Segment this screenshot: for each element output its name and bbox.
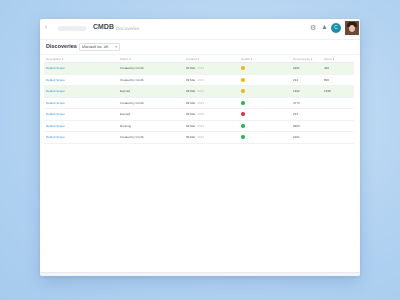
warning-status-icon [241,66,245,71]
row-date-day: 09 Mar [186,112,196,117]
row-occurrences: 234 [291,108,322,121]
app-window: ‹ CMDB › Discoveries ⚙ ▲ C Discoveries ▾… [40,19,360,276]
chevron-left-icon[interactable]: ‹ [45,24,47,31]
column-header-created[interactable]: Created ▾ [184,55,239,63]
warning-status-icon [241,77,245,82]
breadcrumb-placeholder [58,26,86,31]
page-toolbar: Discoveries ▾ Microsoft inc. UK ▾ [40,40,360,55]
organization-select[interactable]: Microsoft inc. UK ▾ [79,43,120,51]
row-date-year: 2023 [197,77,205,82]
row-description-link[interactable]: Default Scope [44,74,118,86]
row-date: 09 Mar 2023 [184,120,239,132]
row-date-day: 09 Mar [186,77,196,82]
row-date-year: 2023 [197,123,205,128]
bell-icon[interactable]: ▲ [321,24,328,31]
row-date-year: 2023 [197,89,205,94]
row-health [239,120,291,132]
avatar[interactable] [345,21,359,35]
row-date-year: 2023 [197,112,205,117]
row-date: 09 Mar 2023 [184,108,239,121]
row-date-day: 09 Mar [186,89,196,94]
success-status-icon [241,135,245,140]
row-date-day: 09 Mar [186,123,196,128]
row-date-year: 2023 [197,100,205,105]
success-status-icon [241,100,245,105]
row-date-day: 09 Mar [186,135,196,140]
success-status-icon [241,123,245,128]
row-occurrences: 2201 [291,62,322,75]
row-date-year: 2023 [197,66,205,71]
row-description-link[interactable]: Default Scope [44,97,118,109]
row-date-day: 09 Mar [186,100,196,105]
row-description-link[interactable]: Default Scope [44,62,118,75]
row-score [322,108,354,121]
row-occurrences: 2201 [291,131,322,144]
row-occurrences: 4773 [291,97,322,109]
row-status: Created by Cmdb [118,131,184,144]
column-header-health[interactable]: Health ▾ [239,55,291,63]
table-row[interactable]: Default Scope Created by Cmdb 09 Mar 2023… [44,97,354,109]
table-row[interactable]: Default Scope Expired 09 Mar 2023 1402 14… [44,85,354,98]
table-row[interactable]: Default Scope Created by Cmdb 09 Mar 2023… [44,62,354,75]
table-row[interactable]: Default Scope Expired 09 Mar 2023 234 [44,108,354,121]
row-health [239,85,291,98]
row-health [239,108,291,121]
row-status: Expired [118,108,184,121]
row-score: 426 [322,62,354,75]
row-health [239,131,291,144]
row-description-link[interactable]: Default Scope [44,131,118,144]
row-status: Running [118,120,184,132]
row-status: Created by Cmdb [118,97,184,109]
row-health [239,74,291,86]
row-date: 09 Mar 2023 [184,131,239,144]
row-description-link[interactable]: Default Scope [44,108,118,121]
table-row[interactable]: Default Scope Created by Cmdb 09 Mar 2023… [44,131,354,144]
row-date: 09 Mar 2023 [184,62,239,75]
row-occurrences: 234 [291,74,322,86]
column-header-status[interactable]: Status ▾ [118,55,184,63]
top-bar: ‹ CMDB › Discoveries ⚙ ▲ C [40,19,360,40]
row-date-year: 2023 [197,135,205,140]
table-row[interactable]: Default Scope Running 09 Mar 2023 9903 [44,120,354,132]
row-score: 896 [322,74,354,86]
row-description-link[interactable]: Default Scope [44,85,118,98]
breadcrumb-item[interactable]: Discoveries [116,26,139,31]
table-body: Default Scope Created by Cmdb 09 Mar 2023… [44,62,354,144]
row-date: 09 Mar 2023 [184,74,239,86]
row-description-link[interactable]: Default Scope [44,120,118,132]
warning-status-icon [241,89,245,94]
chevron-down-icon: ▾ [115,45,117,49]
row-date: 09 Mar 2023 [184,97,239,109]
row-occurrences: 9903 [291,120,322,132]
discoveries-table: Description ▾ Status ▾ Created ▾ Health … [44,55,354,144]
row-status: Created by Cmdb [118,74,184,86]
account-badge[interactable]: C [331,23,341,33]
row-date: 09 Mar 2023 [184,85,239,98]
table-header-row: Description ▾ Status ▾ Created ▾ Health … [44,55,354,63]
gear-icon[interactable]: ⚙ [310,24,316,32]
breadcrumb-separator: › [111,25,113,31]
organization-select-value: Microsoft inc. UK [82,45,109,49]
row-occurrences: 1402 [291,85,322,98]
column-header-occurrences[interactable]: Occurrences ▾ [291,55,322,63]
avatar-face [349,25,355,32]
row-health [239,97,291,109]
row-status: Created by Cmdb [118,62,184,75]
row-score [322,131,354,144]
table-row[interactable]: Default Scope Created by Cmdb 09 Mar 2023… [44,74,354,86]
row-health [239,62,291,75]
footer-bar [40,272,360,276]
row-score [322,97,354,109]
row-date-day: 09 Mar [186,66,196,71]
chevron-down-icon[interactable]: ▾ [73,44,75,50]
row-score [322,120,354,132]
row-status: Expired [118,85,184,98]
column-header-score[interactable]: Score ▾ [322,55,354,63]
error-status-icon [241,112,245,117]
row-score: 1498 [322,85,354,98]
column-header-description[interactable]: Description ▾ [44,55,118,63]
